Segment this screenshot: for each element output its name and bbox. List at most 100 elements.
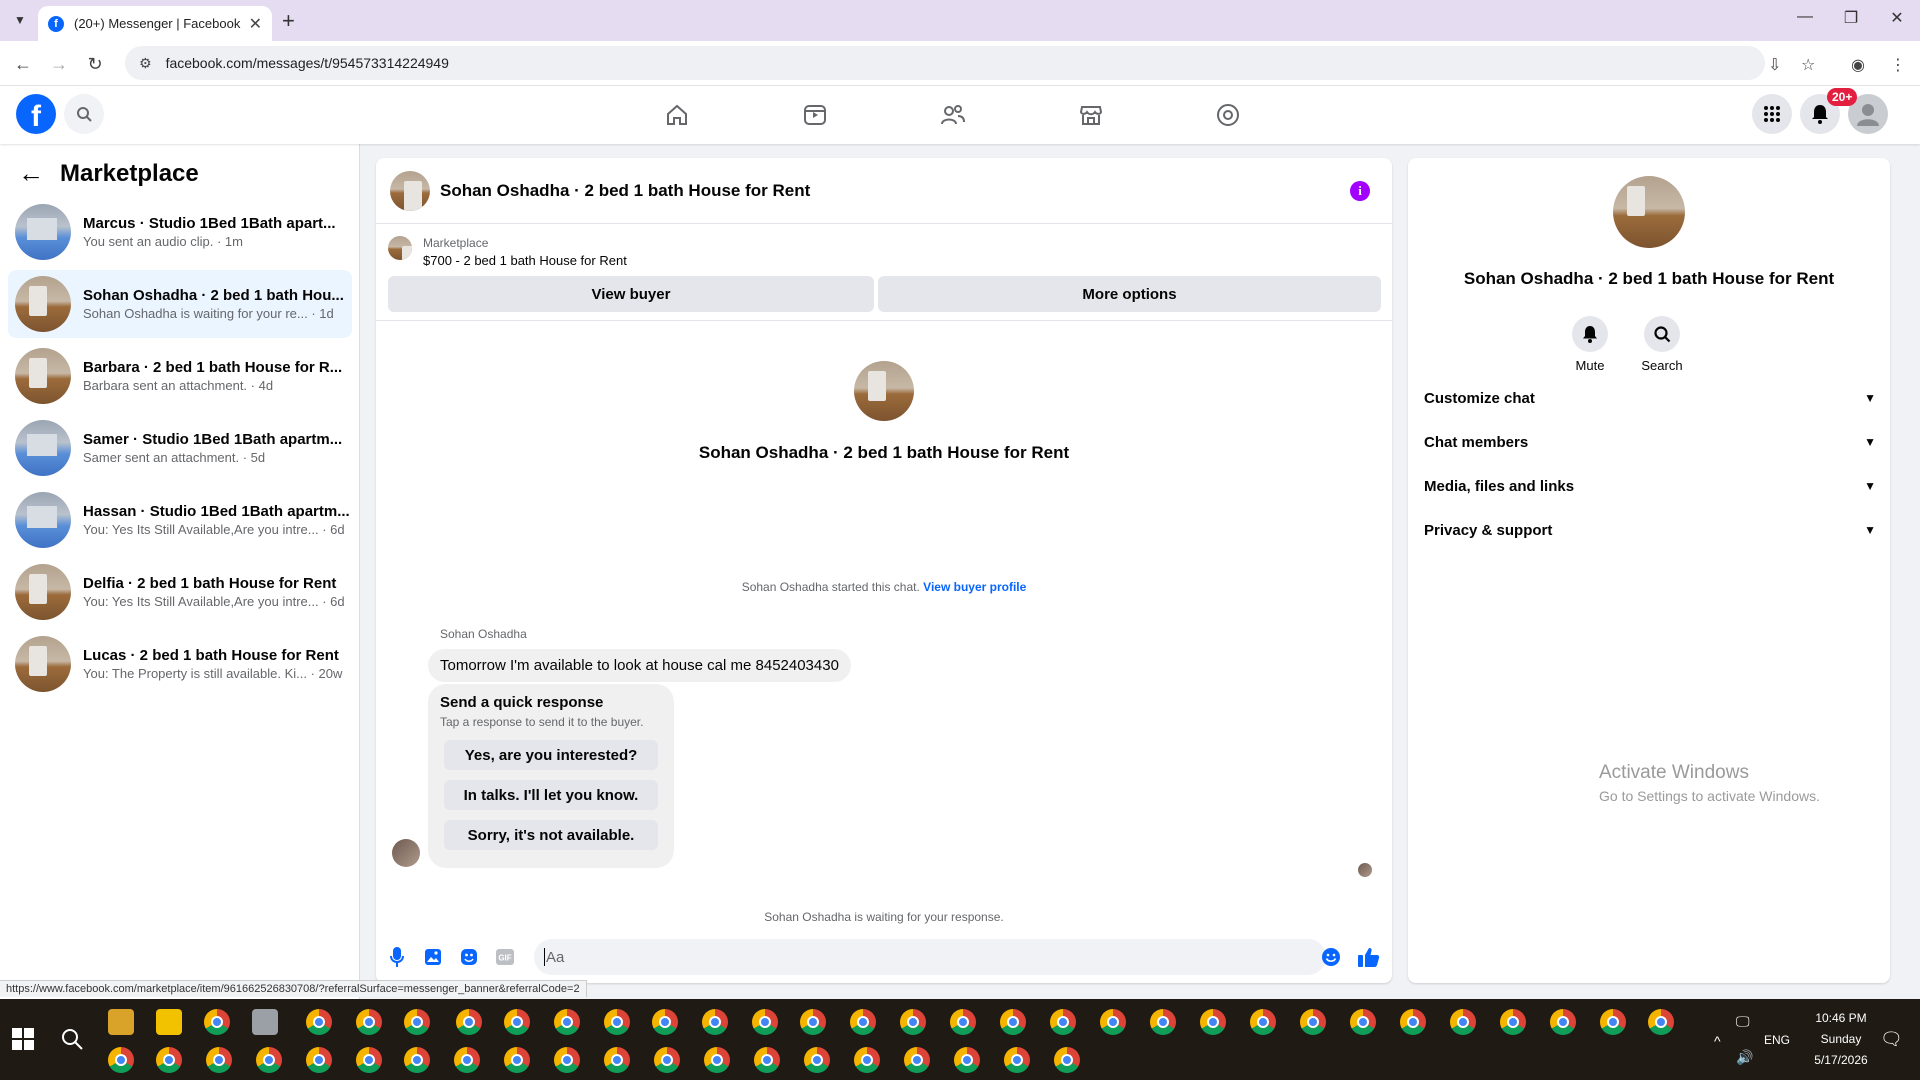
chrome-icon[interactable] [1450, 1009, 1476, 1035]
chrome-icon[interactable] [654, 1047, 680, 1073]
friends-icon[interactable] [938, 100, 968, 130]
search-icon[interactable] [1644, 316, 1680, 352]
customize-chat-section[interactable]: Customize chat ▼ [1424, 376, 1876, 420]
chrome-icon[interactable] [900, 1009, 926, 1035]
window-close-icon[interactable]: ✕ [1874, 8, 1920, 28]
chrome-icon[interactable] [256, 1047, 282, 1073]
chrome-icon[interactable] [1000, 1009, 1026, 1035]
chrome-icon[interactable] [1250, 1009, 1276, 1035]
file-explorer-icon[interactable] [108, 1009, 134, 1035]
chrome-icon[interactable] [206, 1047, 232, 1073]
tab-search-chevron-icon[interactable]: ▼ [8, 8, 32, 32]
close-tab-icon[interactable]: ✕ [249, 14, 262, 34]
chrome-icon[interactable] [356, 1047, 382, 1073]
search-in-chat-button[interactable]: Search [1632, 316, 1692, 373]
clock-time[interactable]: 10:46 PM [1806, 1011, 1876, 1025]
chrome-icon[interactable] [1150, 1009, 1176, 1035]
chrome-icon[interactable] [1648, 1009, 1674, 1035]
chrome-icon[interactable] [1600, 1009, 1626, 1035]
minimize-icon[interactable]: — [1782, 8, 1828, 26]
chat-members-section[interactable]: Chat members ▼ [1424, 420, 1876, 464]
chrome-icon[interactable] [1004, 1047, 1030, 1073]
chrome-icon[interactable] [704, 1047, 730, 1073]
more-options-button[interactable]: More options [878, 276, 1381, 312]
view-buyer-button[interactable]: View buyer [388, 276, 874, 312]
restore-icon[interactable]: ❐ [1828, 8, 1874, 28]
chat-avatar[interactable] [390, 170, 430, 211]
thumbs-up-icon[interactable] [1358, 946, 1380, 968]
conversation-item[interactable]: Hassan · Studio 1Bed 1Bath apartm... You:… [8, 486, 352, 554]
chrome-icon[interactable] [1400, 1009, 1426, 1035]
conversation-item[interactable]: Lucas · 2 bed 1 bath House for Rent You: … [8, 630, 352, 698]
sender-avatar[interactable] [392, 839, 420, 867]
chrome-icon[interactable] [306, 1009, 332, 1035]
quick-response-button[interactable]: In talks. I'll let you know. [444, 780, 658, 810]
menu-grid-icon[interactable] [1752, 94, 1792, 134]
chrome-icon[interactable] [1100, 1009, 1126, 1035]
forward-arrow-icon[interactable]: → [46, 51, 72, 77]
show-hidden-icons-chevron-icon[interactable]: ^ [1714, 1033, 1721, 1049]
privacy-support-section[interactable]: Privacy & support ▼ [1424, 508, 1876, 552]
home-icon[interactable] [662, 100, 692, 130]
install-app-icon[interactable]: ⇩ [1768, 55, 1781, 75]
site-settings-icon[interactable]: ⚙ [139, 55, 152, 72]
chrome-icon[interactable] [1550, 1009, 1576, 1035]
chrome-icon[interactable] [1300, 1009, 1326, 1035]
microphone-icon[interactable] [386, 946, 408, 968]
chrome-icon[interactable] [950, 1009, 976, 1035]
gaming-icon[interactable] [1213, 100, 1243, 130]
chrome-icon[interactable] [356, 1009, 382, 1035]
windows-start-icon[interactable] [12, 1028, 34, 1050]
chrome-icon[interactable] [604, 1009, 630, 1035]
gif-icon[interactable]: GIF [494, 946, 516, 968]
address-bar[interactable]: ⚙ facebook.com/messages/t/95457331422494… [125, 46, 1765, 80]
chrome-icon[interactable] [306, 1047, 332, 1073]
chrome-icon[interactable] [454, 1047, 480, 1073]
chrome-icon[interactable] [800, 1009, 826, 1035]
chrome-icon[interactable] [954, 1047, 980, 1073]
video-icon[interactable] [800, 100, 830, 130]
chrome-icon[interactable] [854, 1047, 880, 1073]
message-input[interactable]: Aa [534, 939, 1326, 975]
chrome-icon[interactable] [504, 1009, 530, 1035]
bell-icon[interactable] [1572, 316, 1608, 352]
emoji-icon[interactable] [1320, 946, 1342, 968]
sticky-notes-icon[interactable] [156, 1009, 182, 1035]
browser-menu-icon[interactable]: ⋮ [1890, 55, 1906, 75]
photo-icon[interactable] [422, 946, 444, 968]
chrome-icon[interactable] [554, 1047, 580, 1073]
chat-title[interactable]: Sohan Oshadha · 2 bed 1 bath House for R… [440, 181, 810, 201]
marketplace-icon[interactable] [1076, 100, 1106, 130]
listing-thumbnail[interactable] [388, 236, 412, 260]
view-buyer-profile-link[interactable]: View buyer profile [923, 580, 1026, 594]
conversation-item[interactable]: Samer · Studio 1Bed 1Bath apartm... Samer… [8, 414, 352, 482]
network-icon[interactable]: 🖵 [1736, 1013, 1750, 1030]
back-arrow-icon[interactable]: ← [10, 51, 36, 77]
media-files-links-section[interactable]: Media, files and links ▼ [1424, 464, 1876, 508]
chrome-icon[interactable] [804, 1047, 830, 1073]
quick-response-button[interactable]: Yes, are you interested? [444, 740, 658, 770]
new-tab-icon[interactable]: + [282, 8, 295, 34]
sticker-icon[interactable] [458, 946, 480, 968]
reload-icon[interactable]: ↻ [82, 51, 108, 77]
search-icon[interactable] [64, 94, 104, 134]
quick-response-button[interactable]: Sorry, it's not available. [444, 820, 658, 850]
chrome-icon[interactable] [1200, 1009, 1226, 1035]
chrome-icon[interactable] [702, 1009, 728, 1035]
chrome-icon[interactable] [604, 1047, 630, 1073]
chrome-icon[interactable] [456, 1009, 482, 1035]
chrome-icon[interactable] [404, 1009, 430, 1035]
chrome-icon[interactable] [904, 1047, 930, 1073]
mute-button[interactable]: Mute [1560, 316, 1620, 373]
back-arrow-icon[interactable]: ← [18, 158, 44, 189]
chrome-icon[interactable] [554, 1009, 580, 1035]
chrome-icon[interactable] [1500, 1009, 1526, 1035]
conversation-item[interactable]: Sohan Oshadha · 2 bed 1 bath Hou... Sohan… [8, 270, 352, 338]
notification-center-icon[interactable]: 🗨 [1880, 1029, 1903, 1050]
chrome-icon[interactable] [752, 1009, 778, 1035]
chrome-icon[interactable] [108, 1047, 134, 1073]
taskbar-search-icon[interactable] [60, 1027, 84, 1055]
chrome-icon[interactable] [850, 1009, 876, 1035]
chrome-icon[interactable] [754, 1047, 780, 1073]
info-avatar[interactable] [1613, 176, 1685, 248]
